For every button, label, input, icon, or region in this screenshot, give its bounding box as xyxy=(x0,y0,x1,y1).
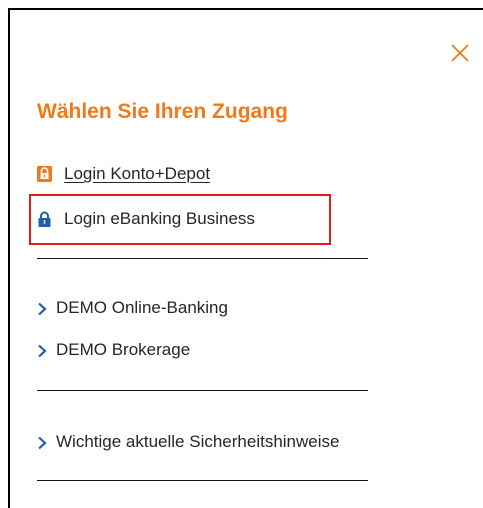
divider xyxy=(37,258,368,259)
chevron-right-icon xyxy=(37,435,47,450)
security-notices-label: Wichtige aktuelle Sicherheitshinweise xyxy=(56,432,340,451)
chevron-right-icon xyxy=(37,343,47,358)
divider xyxy=(37,480,368,481)
login-konto-depot-label: Login Konto+Depot xyxy=(64,164,211,183)
login-konto-depot-link[interactable]: Login Konto+Depot xyxy=(37,161,210,187)
access-dialog: Wählen Sie Ihren Zugang Login Konto+Depo… xyxy=(8,8,483,508)
login-ebanking-business-link[interactable]: Login eBanking Business xyxy=(37,206,255,232)
lock-icon xyxy=(37,211,52,227)
security-notices-link[interactable]: Wichtige aktuelle Sicherheitshinweise xyxy=(37,430,339,454)
close-icon[interactable] xyxy=(450,43,470,63)
dialog-title: Wählen Sie Ihren Zugang xyxy=(37,100,288,123)
demo-online-banking-link[interactable]: DEMO Online-Banking xyxy=(37,296,228,320)
login-ebanking-business-label: Login eBanking Business xyxy=(64,209,255,228)
demo-online-banking-label: DEMO Online-Banking xyxy=(56,298,228,317)
demo-brokerage-label: DEMO Brokerage xyxy=(56,340,191,359)
chevron-right-icon xyxy=(37,301,47,316)
demo-brokerage-link[interactable]: DEMO Brokerage xyxy=(37,338,190,362)
divider xyxy=(37,390,368,391)
lock-icon xyxy=(37,166,52,182)
